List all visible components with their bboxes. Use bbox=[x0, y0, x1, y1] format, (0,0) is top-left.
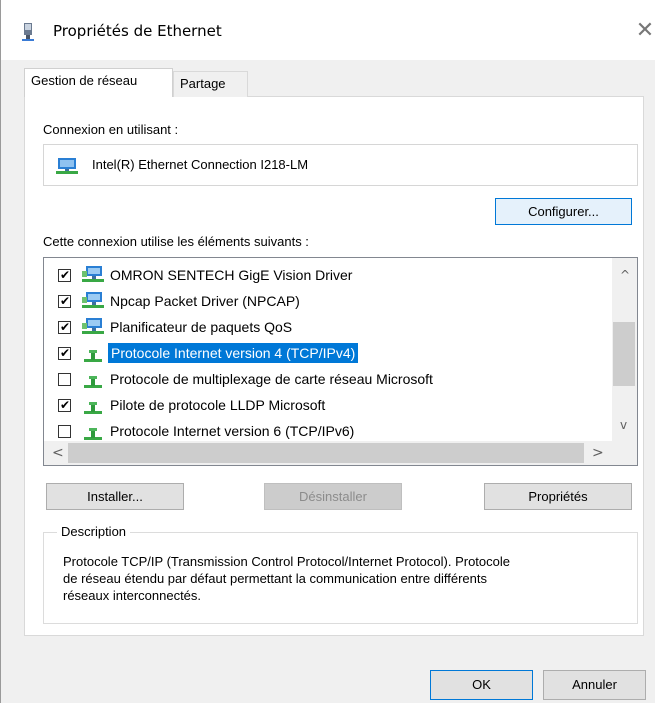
title-bar[interactable]: Propriétés de Ethernet ✕ bbox=[1, 0, 655, 60]
protocol-icon bbox=[84, 350, 102, 362]
uninstall-button[interactable]: Désinstaller bbox=[264, 483, 402, 510]
list-item[interactable]: ✔ Pilote de protocole LLDP Microsoft bbox=[44, 392, 614, 418]
description-legend: Description bbox=[57, 524, 131, 539]
install-button[interactable]: Installer... bbox=[46, 483, 184, 510]
list-item[interactable]: ✔ OMRON SENTECH GigE Vision Driver bbox=[44, 262, 614, 288]
check-icon: ✔ bbox=[60, 398, 71, 412]
item-label: Planificateur de paquets QoS bbox=[110, 319, 293, 335]
item-label: Pilote de protocole LLDP Microsoft bbox=[110, 397, 326, 413]
cancel-button[interactable]: Annuler bbox=[543, 670, 646, 700]
item-checkbox[interactable] bbox=[58, 425, 71, 438]
item-checkbox[interactable]: ✔ bbox=[58, 346, 71, 360]
item-checkbox[interactable]: ✔ bbox=[58, 268, 71, 282]
item-label: OMRON SENTECH GigE Vision Driver bbox=[110, 267, 353, 283]
description-line-2: de réseau étendu par défaut permettant l… bbox=[63, 571, 487, 586]
list-item[interactable]: ✔ Npcap Packet Driver (NPCAP) bbox=[44, 288, 614, 314]
check-icon: ✔ bbox=[60, 320, 71, 334]
network-service-icon bbox=[82, 266, 104, 282]
scroll-left-icon[interactable]: < bbox=[52, 445, 64, 461]
ok-button[interactable]: OK bbox=[430, 670, 533, 700]
scroll-down-icon[interactable]: v bbox=[620, 418, 627, 432]
list-item[interactable]: ✔ Planificateur de paquets QoS bbox=[44, 314, 614, 340]
adapter-name: Intel(R) Ethernet Connection I218-LM bbox=[92, 157, 309, 172]
network-adapter-icon bbox=[22, 23, 34, 41]
check-icon: ✔ bbox=[60, 268, 71, 282]
item-label: Protocole Internet version 4 (TCP/IPv4) bbox=[108, 343, 359, 363]
scrollbar-corner bbox=[612, 441, 637, 465]
list-item[interactable]: ✔ Protocole Internet version 4 (TCP/IPv4) bbox=[44, 340, 614, 366]
item-checkbox[interactable]: ✔ bbox=[58, 398, 71, 412]
item-label: Npcap Packet Driver (NPCAP) bbox=[110, 293, 300, 309]
horizontal-scroll-thumb[interactable] bbox=[68, 443, 584, 463]
components-list[interactable]: ✔ OMRON SENTECH GigE Vision Driver ✔ Npcap … bbox=[43, 257, 638, 466]
protocol-icon bbox=[84, 402, 102, 414]
item-checkbox[interactable]: ✔ bbox=[58, 294, 71, 308]
network-service-icon bbox=[82, 318, 104, 334]
horizontal-scrollbar[interactable]: < > bbox=[44, 441, 612, 465]
description-line-3: réseaux interconnectés. bbox=[63, 588, 202, 603]
item-label: Protocole de multiplexage de carte résea… bbox=[110, 371, 433, 387]
vertical-scrollbar[interactable]: ^ v bbox=[612, 258, 637, 441]
scroll-up-icon[interactable]: ^ bbox=[620, 268, 630, 282]
description-line-1: Protocole TCP/IP (Transmission Control P… bbox=[63, 554, 511, 569]
tab-gestion-de-reseau[interactable]: Gestion de réseau bbox=[24, 68, 173, 97]
item-checkbox[interactable]: ✔ bbox=[58, 320, 71, 334]
item-label: Protocole Internet version 6 (TCP/IPv6) bbox=[110, 423, 355, 439]
configure-button[interactable]: Configurer... bbox=[495, 198, 632, 225]
adapter-box: Intel(R) Ethernet Connection I218-LM bbox=[43, 144, 638, 186]
check-icon: ✔ bbox=[60, 346, 71, 360]
close-icon[interactable]: ✕ bbox=[631, 14, 655, 48]
connection-label: Connexion en utilisant : bbox=[43, 122, 179, 137]
description-text: Protocole TCP/IP (Transmission Control P… bbox=[63, 553, 633, 604]
list-item[interactable]: Protocole de multiplexage de carte résea… bbox=[44, 366, 614, 392]
window-title: Propriétés de Ethernet bbox=[53, 22, 222, 40]
scroll-right-icon[interactable]: > bbox=[592, 445, 604, 461]
item-checkbox[interactable] bbox=[58, 373, 71, 386]
properties-button[interactable]: Propriétés bbox=[484, 483, 632, 510]
vertical-scroll-thumb[interactable] bbox=[613, 322, 635, 386]
protocol-icon bbox=[84, 376, 102, 388]
ethernet-adapter-icon bbox=[56, 158, 78, 174]
components-label: Cette connexion utilise les éléments sui… bbox=[43, 234, 309, 249]
network-service-icon bbox=[82, 292, 104, 308]
protocol-icon bbox=[84, 428, 102, 440]
properties-dialog: Propriétés de Ethernet ✕ Gestion de rése… bbox=[0, 0, 655, 703]
tab-partage[interactable]: Partage bbox=[173, 71, 248, 97]
check-icon: ✔ bbox=[60, 294, 71, 308]
